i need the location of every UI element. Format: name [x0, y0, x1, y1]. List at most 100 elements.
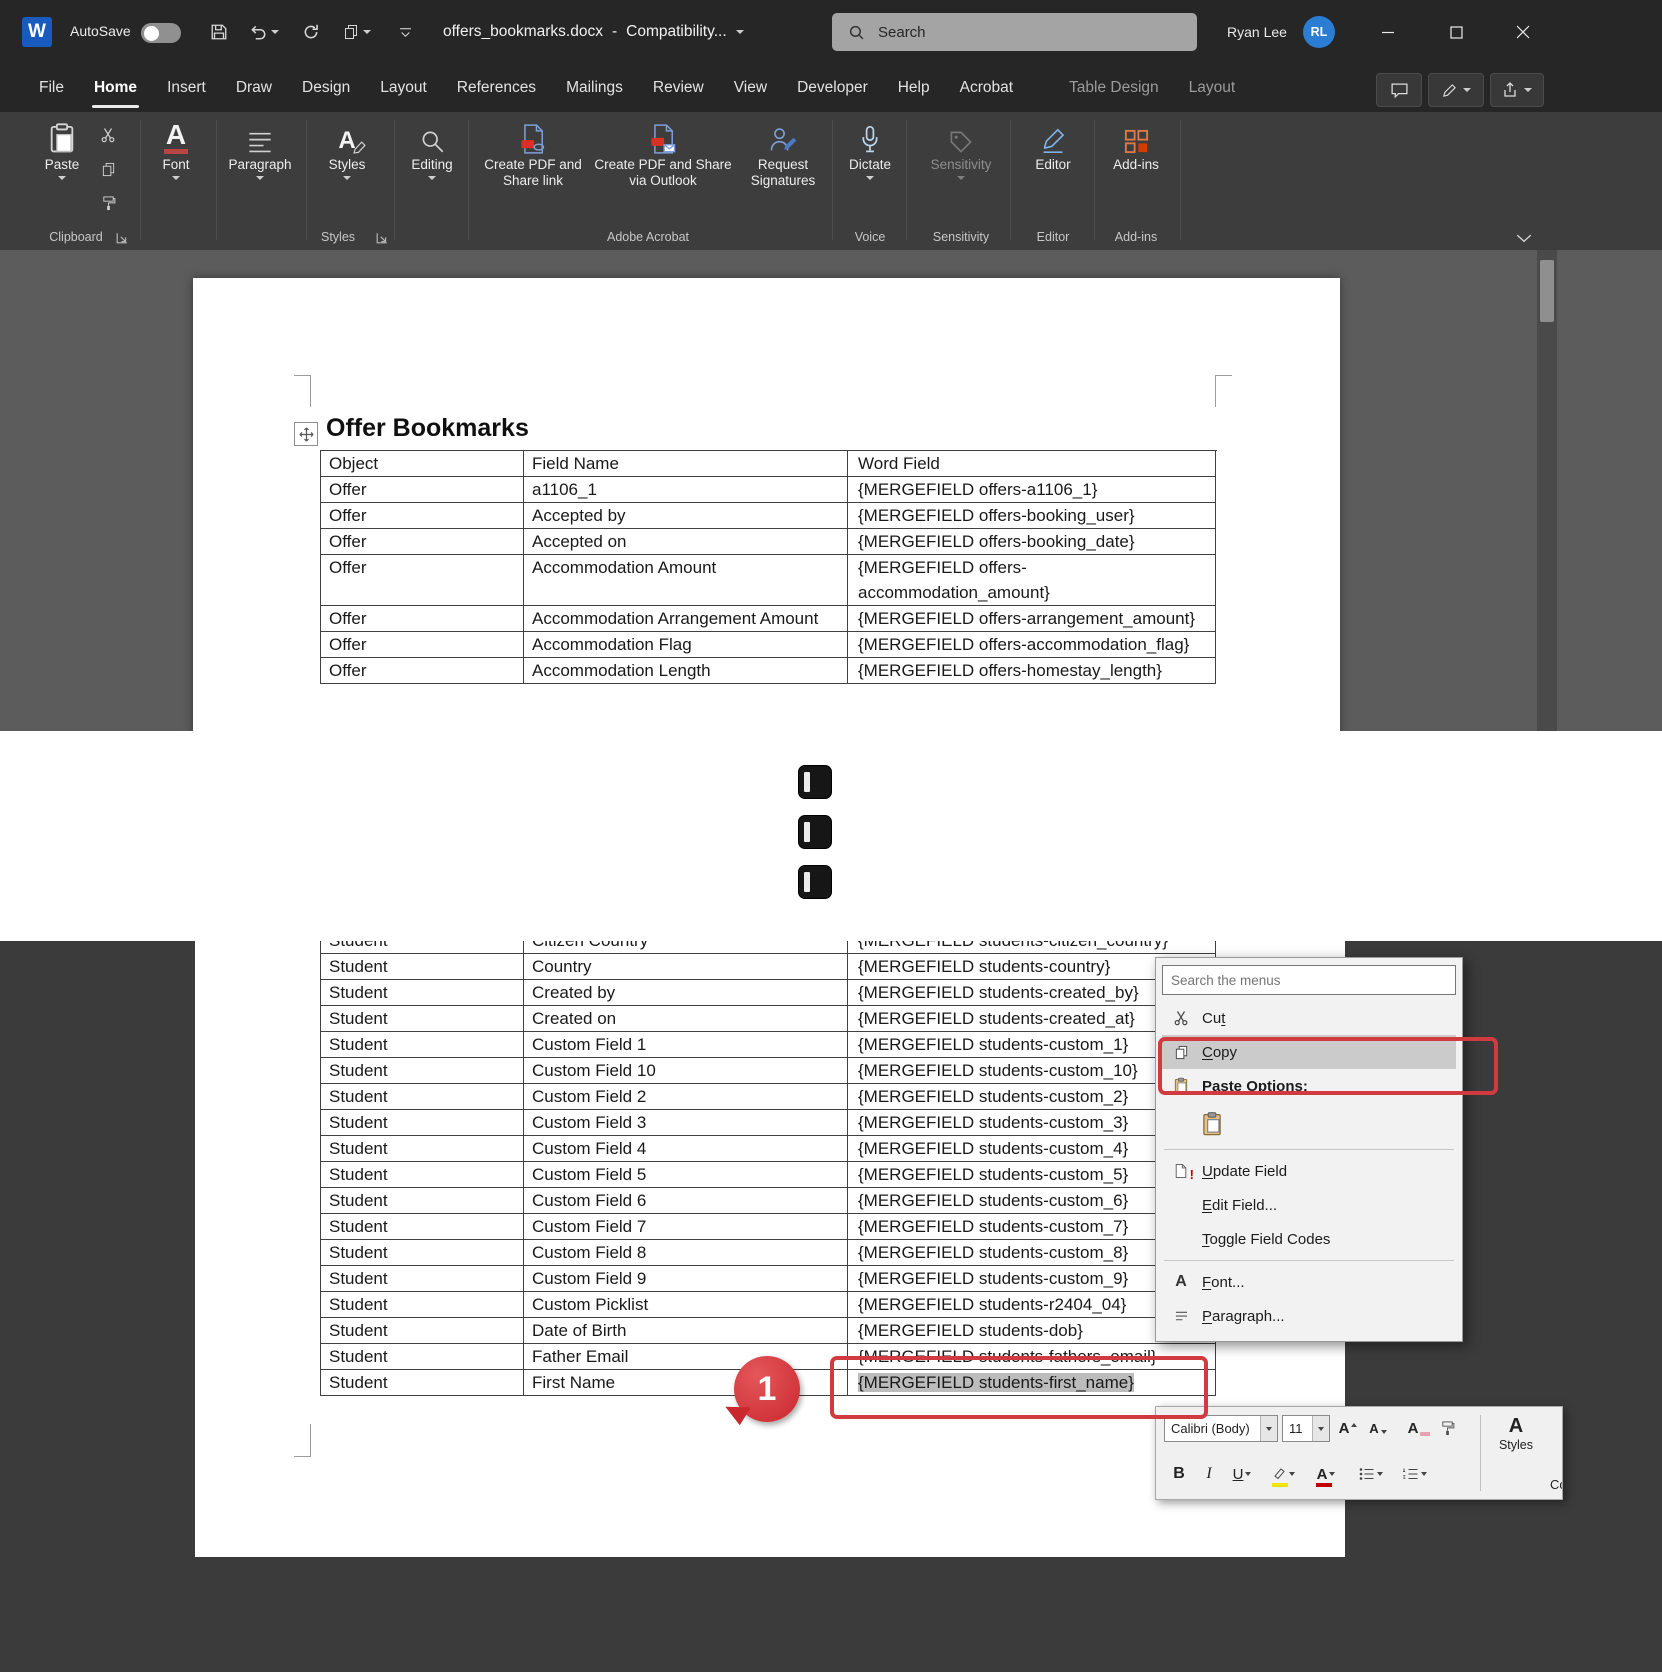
create-pdf-outlook-button[interactable]: Create PDF and Share via Outlook: [592, 118, 734, 190]
maximize-button[interactable]: [1433, 0, 1479, 64]
tab-layout[interactable]: Layout: [365, 64, 442, 112]
table-cell[interactable]: Custom Field 8: [524, 1240, 848, 1266]
table-cell[interactable]: Offer: [321, 606, 524, 632]
table-cell[interactable]: {MERGEFIELD offers-accommodation_amount}: [848, 555, 1216, 606]
table-cell[interactable]: Custom Picklist: [524, 1292, 848, 1318]
italic-button[interactable]: I: [1196, 1459, 1222, 1489]
table-cell[interactable]: Custom Field 6: [524, 1188, 848, 1214]
table-cell[interactable]: Student: [321, 1188, 524, 1214]
table-cell[interactable]: Country: [524, 954, 848, 980]
table-cell[interactable]: Custom Field 4: [524, 1136, 848, 1162]
vertical-scrollbar[interactable]: [1537, 250, 1557, 731]
table-cell[interactable]: {MERGEFIELD offers-accommodation_flag}: [848, 632, 1216, 658]
tab-references[interactable]: References: [442, 64, 551, 112]
bullets-button[interactable]: [1352, 1459, 1390, 1489]
table-cell[interactable]: {MERGEFIELD offers-arrangement_amount}: [848, 606, 1216, 632]
table-cell[interactable]: Custom Field 1: [524, 1032, 848, 1058]
table-cell[interactable]: Offer: [321, 555, 524, 606]
cut-button[interactable]: [92, 122, 124, 148]
autosave-toggle[interactable]: [141, 23, 181, 43]
table-cell[interactable]: a1106_1: [524, 477, 848, 503]
table-cell[interactable]: Offer: [321, 658, 524, 684]
menu-item-cut[interactable]: Cut: [1162, 1001, 1456, 1035]
table-cell[interactable]: {MERGEFIELD offers-booking_user}: [848, 503, 1216, 529]
tab-design[interactable]: Design: [287, 64, 365, 112]
paste-button[interactable]: Paste: [34, 118, 90, 180]
table-cell[interactable]: Student: [321, 980, 524, 1006]
table-cell[interactable]: Student: [321, 1344, 524, 1370]
table-cell[interactable]: Accepted by: [524, 503, 848, 529]
share-button[interactable]: [1490, 73, 1544, 107]
menu-item-paragraph[interactable]: Paragraph...: [1162, 1299, 1456, 1333]
editor-button[interactable]: Editor: [1020, 118, 1086, 173]
tab-table-design[interactable]: Table Design: [1054, 64, 1174, 112]
table-cell[interactable]: Student: [321, 1006, 524, 1032]
menu-search-input[interactable]: [1162, 965, 1456, 995]
tab-home[interactable]: Home: [79, 64, 152, 112]
undo-button[interactable]: [242, 16, 286, 48]
table-cell[interactable]: Student: [321, 1214, 524, 1240]
table-cell[interactable]: {MERGEFIELD offers-booking_date}: [848, 529, 1216, 555]
shrink-font-button[interactable]: A: [1364, 1415, 1392, 1442]
table-cell[interactable]: Custom Field 9: [524, 1266, 848, 1292]
menu-item-toggle-field-codes[interactable]: Toggle Field Codes: [1162, 1222, 1456, 1256]
menu-item-edit-field[interactable]: Edit Field...: [1162, 1188, 1456, 1222]
table-cell[interactable]: Custom Field 2: [524, 1084, 848, 1110]
table-cell[interactable]: Offer: [321, 477, 524, 503]
mini-format-painter-button[interactable]: [1432, 1415, 1462, 1442]
table-cell[interactable]: Student: [321, 1058, 524, 1084]
format-painter-button[interactable]: [92, 190, 124, 216]
table-cell[interactable]: Created on: [524, 1006, 848, 1032]
table-cell[interactable]: Student: [321, 1032, 524, 1058]
clear-formatting-button[interactable]: A: [1398, 1415, 1428, 1442]
grow-font-button[interactable]: A: [1334, 1415, 1362, 1442]
table-cell[interactable]: Created by: [524, 980, 848, 1006]
table-cell[interactable]: Custom Field 7: [524, 1214, 848, 1240]
bold-button[interactable]: B: [1166, 1459, 1192, 1489]
paragraph-group-button[interactable]: Paragraph: [226, 118, 294, 180]
menu-item-font[interactable]: AFont...: [1162, 1265, 1456, 1299]
numbering-button[interactable]: [1396, 1459, 1434, 1489]
tab-file[interactable]: File: [24, 64, 79, 112]
table-cell[interactable]: Citizen Country: [524, 941, 848, 954]
table-cell[interactable]: Custom Field 5: [524, 1162, 848, 1188]
table-cell[interactable]: Accommodation Length: [524, 658, 848, 684]
close-button[interactable]: [1500, 0, 1546, 64]
table-cell[interactable]: Date of Birth: [524, 1318, 848, 1344]
table-cell[interactable]: Offer: [321, 529, 524, 555]
create-pdf-share-link-button[interactable]: Create PDF and Share link: [478, 118, 588, 190]
copy-quick-button[interactable]: [334, 16, 380, 48]
request-signatures-button[interactable]: Request Signatures: [738, 118, 828, 190]
clipboard-dialog-launcher[interactable]: [116, 231, 130, 245]
table-cell[interactable]: Offer: [321, 503, 524, 529]
font-name-combobox[interactable]: Calibri (Body): [1164, 1415, 1278, 1442]
comments-button[interactable]: [1376, 73, 1422, 107]
table-cell[interactable]: Father Email: [524, 1344, 848, 1370]
document-title-area[interactable]: offers_bookmarks.docx - Compatibility...: [443, 0, 744, 64]
table-cell[interactable]: Custom Field 10: [524, 1058, 848, 1084]
menu-item-update-field[interactable]: !Update Field: [1162, 1154, 1456, 1188]
tab-draw[interactable]: Draw: [221, 64, 287, 112]
avatar[interactable]: RL: [1303, 16, 1335, 48]
search-box[interactable]: Search: [832, 13, 1197, 51]
table-cell[interactable]: Offer: [321, 632, 524, 658]
minimize-button[interactable]: [1365, 0, 1411, 64]
table-cell[interactable]: Accommodation Arrangement Amount: [524, 606, 848, 632]
word-logo-icon[interactable]: W: [22, 17, 52, 47]
save-button[interactable]: [202, 16, 236, 48]
tab-acrobat[interactable]: Acrobat: [945, 64, 1028, 112]
copy-button[interactable]: [92, 156, 124, 182]
tab-mailings[interactable]: Mailings: [551, 64, 638, 112]
styles-button[interactable]: A Styles: [314, 118, 380, 180]
table-cell[interactable]: Student: [321, 1110, 524, 1136]
page-top[interactable]: Offer Bookmarks ObjectField NameWord Fie…: [193, 278, 1340, 731]
paste-option-button[interactable]: [1194, 1106, 1230, 1142]
font-color-button[interactable]: A: [1308, 1459, 1344, 1489]
table-cell[interactable]: Accepted on: [524, 529, 848, 555]
table-cell[interactable]: Student: [321, 1136, 524, 1162]
table-cell[interactable]: Accommodation Amount: [524, 555, 848, 606]
table-move-handle[interactable]: [294, 422, 318, 446]
table-cell[interactable]: Student: [321, 1240, 524, 1266]
table-cell[interactable]: Student: [321, 1370, 524, 1396]
dictate-button[interactable]: Dictate: [840, 118, 900, 180]
